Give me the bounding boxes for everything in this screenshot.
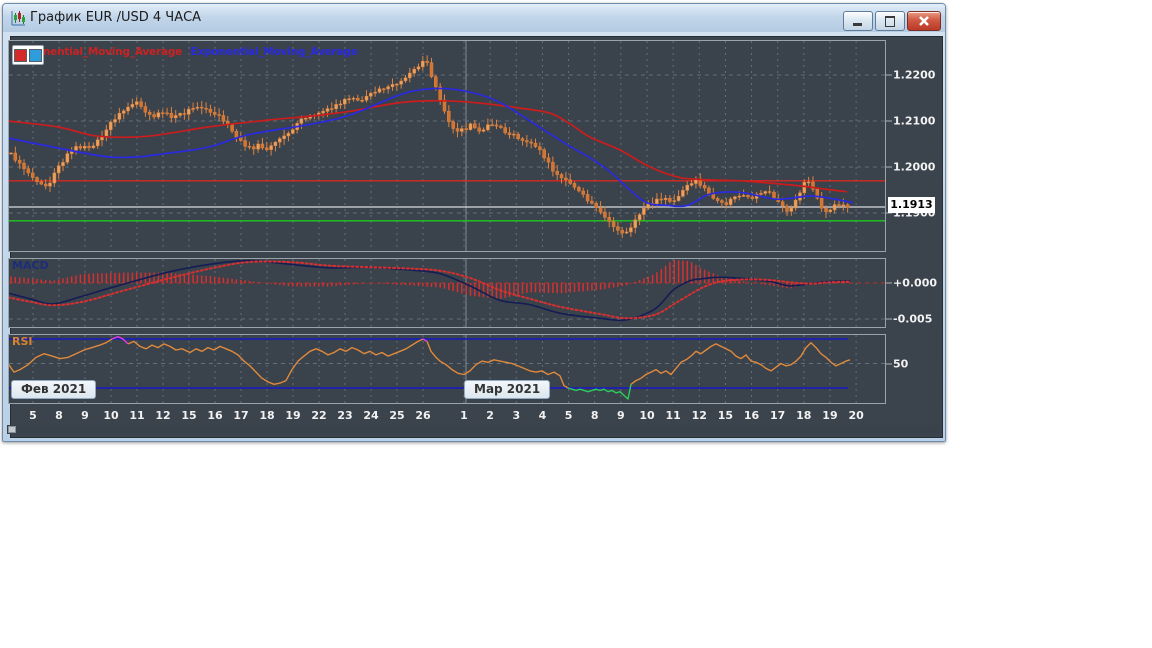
macd-panel-title: MACD: [12, 259, 49, 272]
minimize-button[interactable]: [843, 11, 873, 31]
date-label: 10: [639, 409, 655, 422]
date-label: 22: [311, 409, 327, 422]
rsi-panel[interactable]: [8, 334, 886, 404]
horizontal-scrollbar[interactable]: [7, 425, 940, 434]
date-label: 12: [155, 409, 171, 422]
maximize-button[interactable]: [875, 11, 905, 31]
date-label: 10: [103, 409, 119, 422]
ema-blue-legend-label: Exponential_Moving_Average: [190, 46, 358, 58]
date-label: 5: [564, 409, 573, 422]
date-label: 12: [691, 409, 707, 422]
axis-value-label: 1.2200: [893, 68, 936, 82]
window-controls: [843, 11, 941, 31]
date-label: 19: [285, 409, 301, 422]
date-label: 11: [129, 409, 145, 422]
date-label: 16: [743, 409, 760, 422]
price-panel[interactable]: [8, 40, 886, 252]
current-price-box: 1.1913: [888, 197, 935, 213]
date-label: 15: [717, 409, 734, 422]
date-label: 20: [848, 409, 864, 422]
indicator-legend: Exponential_Moving_Average Exponential_M…: [15, 46, 358, 58]
axis-value-label: 50: [893, 357, 909, 371]
date-label: 17: [233, 409, 249, 422]
month-marker: Фев 2021: [11, 380, 97, 399]
date-label: 15: [181, 409, 197, 422]
date-label: 9: [617, 409, 625, 422]
ema-red-swatch: [14, 48, 27, 62]
maximize-icon: [885, 16, 895, 27]
ema-blue-swatch: [29, 48, 42, 62]
month-marker: Мар 2021: [464, 380, 551, 399]
date-label: 23: [337, 409, 353, 422]
date-label: 25: [389, 409, 405, 422]
date-label: 24: [363, 409, 379, 422]
minimize-icon: [853, 23, 862, 26]
axis-value-label: 1.2100: [893, 114, 936, 128]
titlebar[interactable]: График EUR /USD 4 ЧАСА: [3, 4, 945, 32]
scrollbar-grip[interactable]: [8, 426, 16, 433]
close-icon: [919, 16, 929, 26]
date-label: 19: [822, 409, 838, 422]
date-label: 2: [486, 409, 494, 422]
axis-value-label: 1.2000: [893, 160, 936, 174]
axis-value-label: -0.005: [893, 312, 933, 326]
rsi-panel-title: RSI: [12, 335, 33, 348]
date-label: 1: [460, 409, 468, 422]
macd-panel[interactable]: [8, 258, 886, 328]
date-label: 8: [55, 409, 63, 422]
legend-swatches[interactable]: [12, 45, 44, 65]
window-title: График EUR /USD 4 ЧАСА: [30, 10, 202, 25]
close-button[interactable]: [907, 11, 941, 31]
date-label: 26: [415, 409, 431, 422]
date-label: 18: [796, 409, 812, 422]
date-label: 5: [29, 409, 37, 422]
date-label: 16: [207, 409, 223, 422]
date-label: 9: [81, 409, 89, 422]
candlestick-chart-icon: [10, 10, 26, 27]
date-label: 8: [590, 409, 599, 422]
date-label: 3: [512, 409, 521, 422]
desktop: График EUR /USD 4 ЧАСА Exponential_Movin…: [0, 0, 1152, 648]
date-label: 18: [259, 409, 275, 422]
date-label: 4: [538, 409, 547, 422]
axis-value-label: +0.000: [893, 276, 938, 290]
date-label: 17: [770, 409, 786, 422]
date-label: 11: [665, 409, 681, 422]
